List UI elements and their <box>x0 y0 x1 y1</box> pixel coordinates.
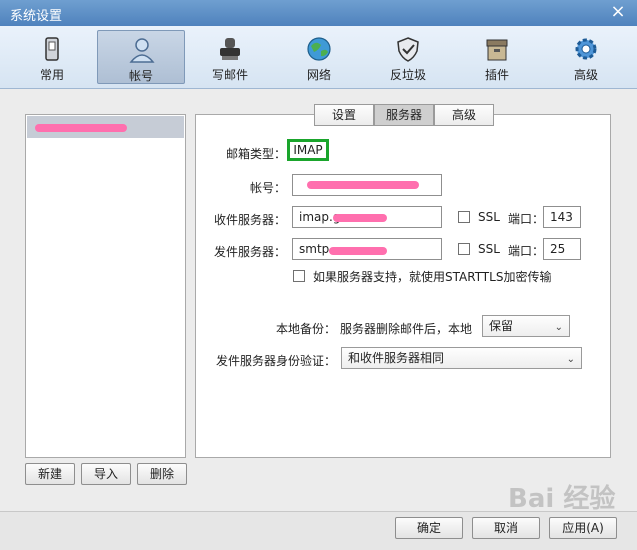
ok-button[interactable]: 确定 <box>395 517 463 539</box>
gear-icon <box>575 38 597 60</box>
tab-server[interactable]: 服务器 <box>374 104 434 126</box>
auth-select[interactable]: 和收件服务器相同 ⌄ <box>341 347 582 369</box>
incoming-port-label: 端口： <box>508 212 545 226</box>
chevron-down-icon: ⌄ <box>566 354 575 365</box>
tab-settings[interactable]: 设置 <box>314 104 374 126</box>
toolbar-item-compose[interactable]: 写邮件 <box>186 30 274 84</box>
list-item[interactable] <box>27 116 184 138</box>
starttls-label: 如果服务器支持，就使用STARTTLS加密传输 <box>313 270 552 284</box>
toolbar-item-advanced[interactable]: 高级 <box>542 30 630 84</box>
shield-icon <box>397 37 419 62</box>
box-icon <box>486 39 508 61</box>
toolbar-item-plugins[interactable]: 插件 <box>453 30 541 84</box>
outgoing-ssl-checkbox[interactable] <box>458 243 470 255</box>
globe-icon <box>307 37 331 61</box>
toolbar-label: 高级 <box>573 68 598 82</box>
backup-select[interactable]: 保留 ⌄ <box>482 315 570 337</box>
backup-label: 本地备份： <box>275 322 336 336</box>
incoming-server-input[interactable]: imap.g <box>292 206 442 228</box>
toolbar-label: 常用 <box>39 68 64 82</box>
server-settings-panel <box>195 114 611 458</box>
apply-button[interactable]: 应用(A) <box>549 517 617 539</box>
mailbox-type-label: 邮箱类型： <box>225 147 286 161</box>
account-list[interactable] <box>25 114 186 458</box>
toolbar-label: 插件 <box>484 68 509 82</box>
delete-account-button[interactable]: 删除 <box>137 463 187 485</box>
outgoing-server-value: smtp <box>299 242 330 256</box>
toolbar-label: 帐号 <box>128 69 153 83</box>
window-title: 系统设置 <box>10 9 63 24</box>
toolbar-label: 写邮件 <box>211 68 248 82</box>
outgoing-port-input[interactable]: 25 <box>543 238 581 260</box>
phone-icon <box>45 37 59 61</box>
user-icon <box>129 38 155 63</box>
outgoing-port-label: 端口： <box>508 244 545 258</box>
toolbar: 常用 帐号 写邮件 网络 反垃圾 插件 高级 <box>0 26 637 89</box>
incoming-port-input[interactable]: 143 <box>543 206 581 228</box>
watermark: Bai 经验 <box>508 484 616 514</box>
chevron-down-icon: ⌄ <box>554 322 563 333</box>
tab-advanced[interactable]: 高级 <box>434 104 494 126</box>
incoming-ssl-label: SSL <box>478 210 500 224</box>
outgoing-ssl-label: SSL <box>478 242 500 256</box>
outgoing-server-label: 发件服务器： <box>213 245 286 259</box>
toolbar-item-antispam[interactable]: 反垃圾 <box>364 30 452 84</box>
backup-description: 服务器删除邮件后，本地 <box>340 322 473 336</box>
toolbar-label: 反垃圾 <box>389 68 426 82</box>
import-account-button[interactable]: 导入 <box>81 463 131 485</box>
cancel-button[interactable]: 取消 <box>472 517 540 539</box>
toolbar-item-common[interactable]: 常用 <box>8 30 96 84</box>
incoming-server-label: 收件服务器： <box>213 213 286 227</box>
redaction-mark <box>329 247 387 255</box>
auth-label: 发件服务器身份验证： <box>215 354 336 368</box>
new-account-button[interactable]: 新建 <box>25 463 75 485</box>
title-bar: 系统设置 × <box>0 0 637 26</box>
account-input[interactable] <box>292 174 442 196</box>
toolbar-item-account[interactable]: 帐号 <box>97 30 185 84</box>
redaction-mark <box>333 214 387 222</box>
redaction-mark <box>35 124 127 132</box>
mailbox-type-value: IMAP <box>287 139 329 161</box>
settings-window: 系统设置 × 常用 帐号 写邮件 网络 反垃圾 插件 高级 新建 导入 删除 设… <box>0 0 637 550</box>
toolbar-label: 网络 <box>306 68 331 82</box>
backup-select-value: 保留 <box>489 319 514 333</box>
auth-select-value: 和收件服务器相同 <box>348 351 445 365</box>
incoming-ssl-checkbox[interactable] <box>458 211 470 223</box>
stamp-icon <box>220 38 240 60</box>
footer-bar <box>0 511 637 550</box>
outgoing-server-input[interactable]: smtp <box>292 238 442 260</box>
starttls-checkbox[interactable] <box>293 270 305 282</box>
account-label: 帐号： <box>249 181 286 195</box>
close-icon[interactable]: × <box>609 3 627 21</box>
toolbar-item-network[interactable]: 网络 <box>275 30 363 84</box>
redaction-mark <box>307 181 419 189</box>
